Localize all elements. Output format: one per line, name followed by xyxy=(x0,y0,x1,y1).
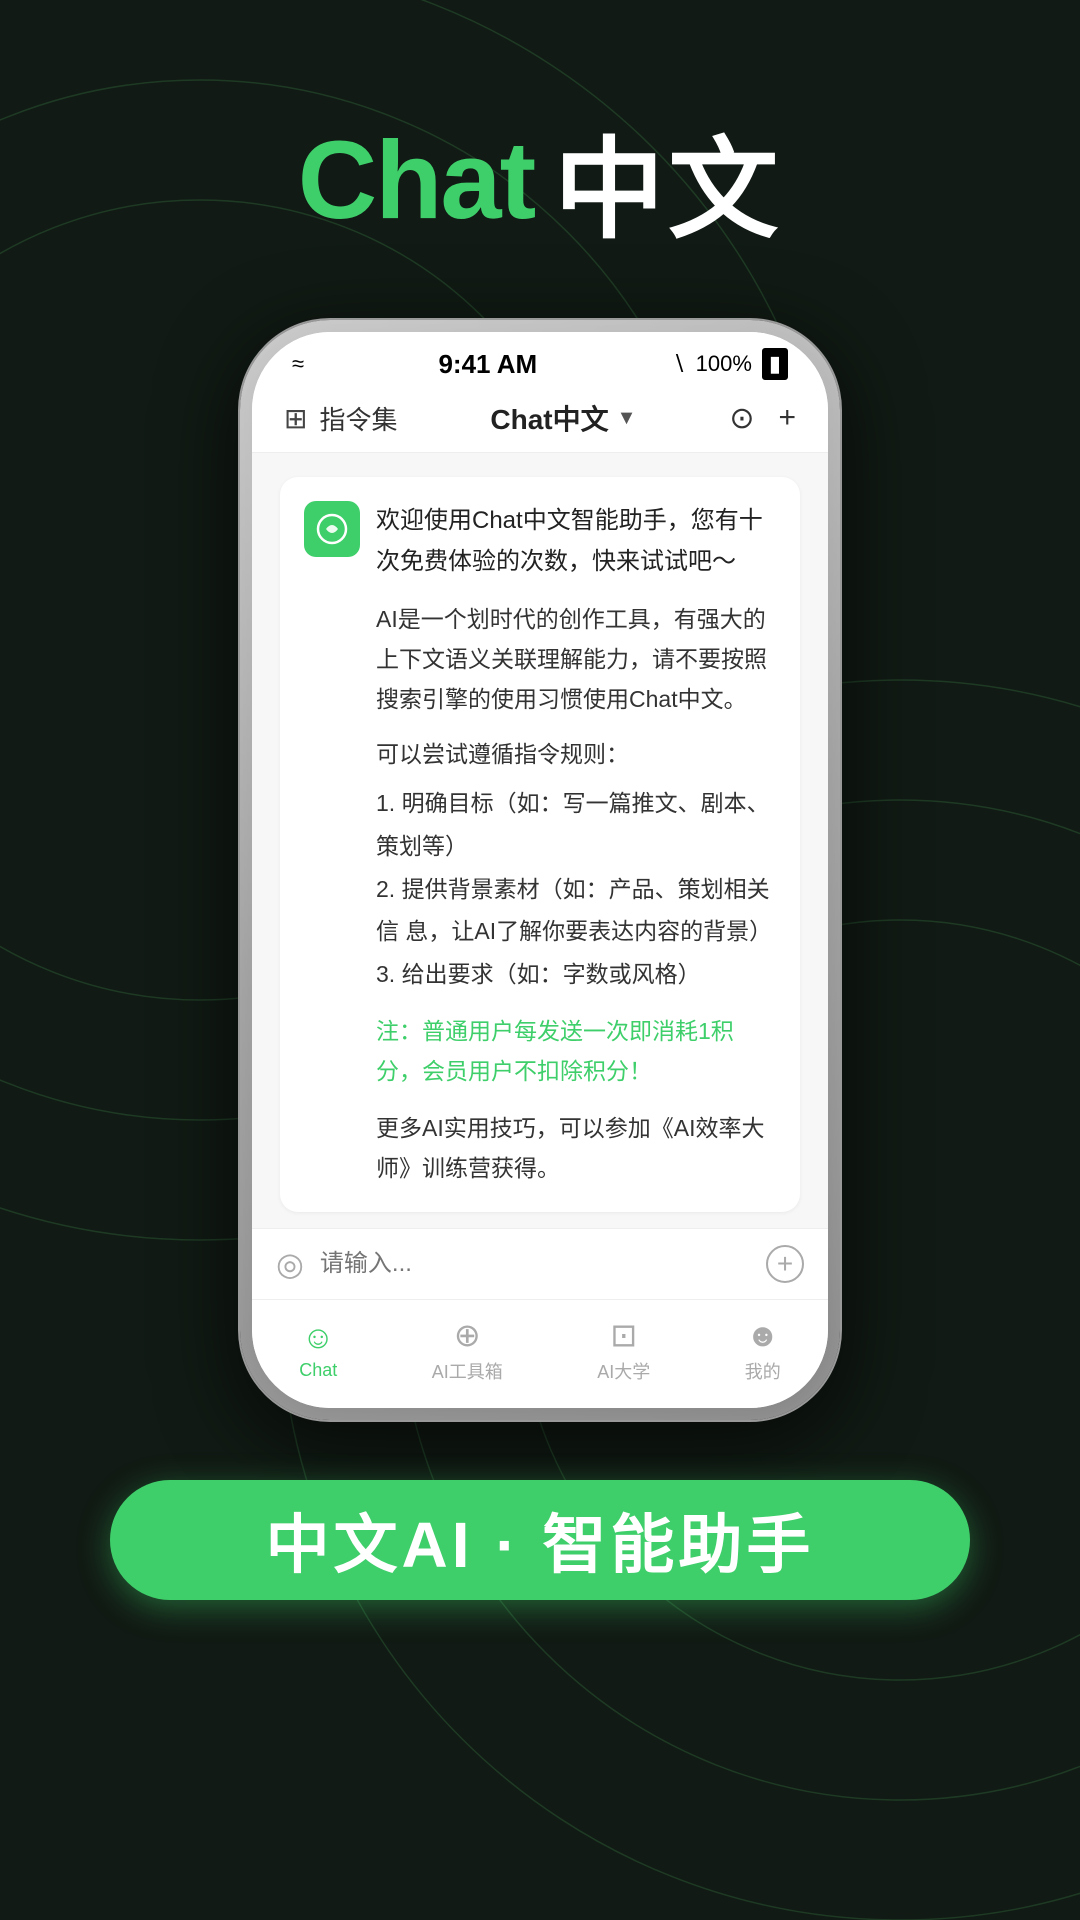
chat-input[interactable] xyxy=(320,1250,750,1278)
title-chinese: 中文 xyxy=(554,100,782,260)
battery-percent: 100% xyxy=(696,351,752,377)
nav-center[interactable]: Chat中文 ▼ xyxy=(490,398,636,438)
status-time: 9:41 AM xyxy=(438,349,537,380)
tab-profile-label: 我的 xyxy=(745,1358,781,1384)
page-title-section: Chat 中文 xyxy=(298,100,782,260)
chat-content: 欢迎使用Chat中文智能助手，您有十次免费体验的次数，快来试试吧～ AI是一个划… xyxy=(376,501,776,1188)
bluetooth-icon: ∖ xyxy=(672,351,686,377)
voice-icon[interactable]: ◎ xyxy=(276,1245,304,1283)
tab-profile[interactable]: ☻ 我的 xyxy=(745,1317,781,1384)
battery-icon: ▮ xyxy=(762,348,788,380)
chat-bubble: 欢迎使用Chat中文智能助手，您有十次免费体验的次数，快来试试吧～ AI是一个划… xyxy=(280,477,800,1212)
chat-greeting: 欢迎使用Chat中文智能助手，您有十次免费体验的次数，快来试试吧～ xyxy=(376,501,776,583)
tab-chat-label: Chat xyxy=(299,1360,337,1381)
add-icon[interactable]: + xyxy=(778,401,796,435)
chat-instruction-title: 可以尝试遵循指令规则： xyxy=(376,735,776,774)
input-bar: ◎ + xyxy=(252,1228,828,1299)
title-chat: Chat xyxy=(298,117,534,244)
input-add-icon[interactable]: + xyxy=(766,1245,804,1283)
nav-left-label: 指令集 xyxy=(319,400,397,437)
grid-icon: ⊞ xyxy=(284,402,307,435)
chat-body1: AI是一个划时代的创作工具，有强大的上下文语义关联理解能力，请不要按照搜索引擎的… xyxy=(376,599,776,720)
chat-footer: 更多AI实用技巧，可以参加《AI效率大师》训练营获得。 xyxy=(376,1108,776,1189)
tab-chat-icon: ☺ xyxy=(302,1319,335,1356)
nav-right: ⊙ + xyxy=(729,401,796,436)
phone-inner-screen: ≈ 9:41 AM ∖ 100% ▮ ⊞ 指令集 Chat中文 ▼ xyxy=(252,332,828,1408)
nav-center-label: Chat中文 xyxy=(490,398,608,438)
chat-highlight: 注：普通用户每发送一次即消耗1积分，会员用户不扣除积分！ xyxy=(376,1011,776,1092)
tab-tools[interactable]: ⊕ AI工具箱 xyxy=(432,1316,503,1384)
ai-avatar xyxy=(304,501,360,557)
phone-outer-frame: ≈ 9:41 AM ∖ 100% ▮ ⊞ 指令集 Chat中文 ▼ xyxy=(240,320,840,1420)
tab-tools-icon: ⊕ xyxy=(454,1316,481,1354)
phone-mockup: ≈ 9:41 AM ∖ 100% ▮ ⊞ 指令集 Chat中文 ▼ xyxy=(240,320,840,1420)
cta-button-label: 中文AI · 智能助手 xyxy=(266,1494,815,1586)
status-bar: ≈ 9:41 AM ∖ 100% ▮ xyxy=(252,332,828,388)
tab-profile-icon: ☻ xyxy=(746,1317,780,1354)
history-icon[interactable]: ⊙ xyxy=(729,401,754,436)
ai-icon xyxy=(314,511,350,547)
cta-button[interactable]: 中文AI · 智能助手 xyxy=(110,1480,970,1600)
tab-bar: ☺ Chat ⊕ AI工具箱 ⊡ AI大学 ☻ 我的 xyxy=(252,1299,828,1408)
chat-area: 欢迎使用Chat中文智能助手，您有十次免费体验的次数，快来试试吧～ AI是一个划… xyxy=(252,453,828,1228)
chat-instructions: 1. 明确目标（如：写一篇推文、剧本、策划等） 2. 提供背景素材（如：产品、策… xyxy=(376,782,776,995)
tab-university-label: AI大学 xyxy=(597,1358,650,1384)
tab-university-icon: ⊡ xyxy=(610,1316,637,1354)
nav-left[interactable]: ⊞ 指令集 xyxy=(284,400,397,437)
status-icons: ∖ 100% ▮ xyxy=(672,348,788,380)
tab-university[interactable]: ⊡ AI大学 xyxy=(597,1316,650,1384)
dropdown-arrow-icon: ▼ xyxy=(617,407,637,430)
tab-tools-label: AI工具箱 xyxy=(432,1358,503,1384)
nav-bar: ⊞ 指令集 Chat中文 ▼ ⊙ + xyxy=(252,388,828,453)
tab-chat[interactable]: ☺ Chat xyxy=(299,1319,337,1381)
wifi-icon: ≈ xyxy=(292,351,304,377)
